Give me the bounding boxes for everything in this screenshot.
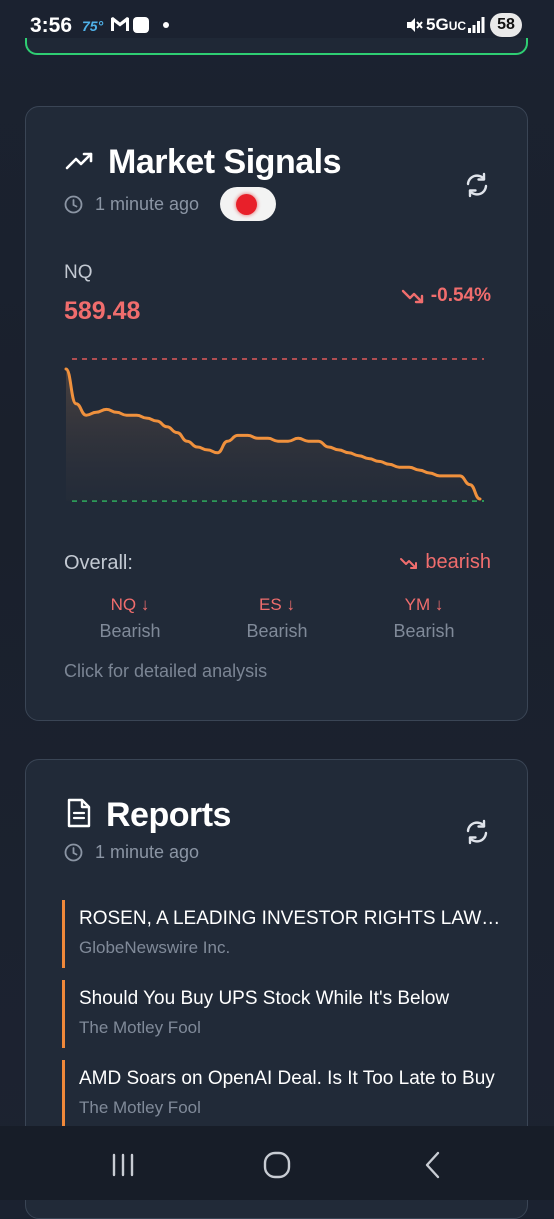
report-title: ROSEN, A LEADING INVESTOR RIGHTS LAW FIR… — [79, 908, 502, 929]
recent-apps-icon — [112, 1153, 134, 1177]
notification-dot-icon — [163, 22, 169, 28]
trending-up-icon — [64, 144, 96, 181]
network-indicator: 5GUC — [426, 15, 466, 35]
price-change: -0.54% — [401, 285, 491, 307]
network-type: 5G — [426, 15, 449, 34]
trending-down-icon — [400, 557, 418, 569]
refresh-icon — [466, 819, 488, 845]
clock-icon — [64, 195, 83, 214]
refresh-signals-button[interactable] — [463, 171, 491, 199]
clock-icon — [64, 843, 83, 862]
index-es: ES ↓ Bearish — [217, 595, 337, 642]
document-icon — [64, 797, 94, 834]
trending-down-icon — [401, 289, 423, 304]
status-time: 3:56 — [30, 14, 73, 37]
gmail-icon — [110, 16, 130, 37]
report-source: GlobeNewswire Inc. — [79, 938, 231, 957]
index-sentiment: Bearish — [246, 621, 308, 641]
index-name: ES ↓ — [259, 595, 295, 614]
reports-title: Reports — [106, 796, 231, 834]
signal-icon — [467, 17, 485, 38]
detailed-analysis-link[interactable]: Click for detailed analysis — [64, 661, 267, 682]
battery-indicator: 58 — [490, 13, 522, 37]
live-indicator-toggle[interactable] — [220, 187, 276, 221]
report-title: AMD Soars on OpenAI Deal. Is It Too Late… — [79, 1068, 495, 1089]
home-icon — [263, 1151, 291, 1179]
back-button[interactable] — [416, 1148, 450, 1182]
report-item[interactable]: ROSEN, A LEADING INVESTOR RIGHTS LAW FIR… — [62, 900, 502, 968]
report-title: Should You Buy UPS Stock While It's Belo… — [79, 988, 450, 1009]
price-value: 589.48 — [64, 297, 141, 325]
sparkline-area — [66, 369, 480, 501]
mute-icon — [404, 15, 424, 40]
symbol-label: NQ — [64, 262, 93, 283]
market-signals-card[interactable]: Market Signals 1 minute ago NQ 589.48 -0… — [25, 106, 528, 721]
signals-updated-text: 1 minute ago — [95, 194, 200, 214]
price-change-value: -0.54% — [430, 285, 491, 306]
refresh-reports-button[interactable] — [463, 818, 491, 846]
price-sparkline-chart — [64, 358, 484, 502]
market-signals-title: Market Signals — [108, 143, 341, 181]
news-icon — [133, 17, 149, 33]
back-icon — [425, 1151, 440, 1179]
reports-header: Reports — [64, 796, 231, 835]
report-source: The Motley Fool — [79, 1098, 201, 1117]
refresh-icon — [466, 172, 488, 198]
report-list: ROSEN, A LEADING INVESTOR RIGHTS LAW FIR… — [62, 900, 502, 1140]
network-suffix: UC — [448, 19, 467, 33]
report-item[interactable]: AMD Soars on OpenAI Deal. Is It Too Late… — [62, 1060, 502, 1128]
signals-updated-row: 1 minute ago — [64, 194, 199, 215]
report-item[interactable]: Should You Buy UPS Stock While It's Belo… — [62, 980, 502, 1048]
overall-sentiment: bearish — [399, 551, 491, 574]
overall-label: Overall: — [64, 552, 133, 574]
live-dot-icon — [236, 194, 257, 215]
reports-updated-row: 1 minute ago — [64, 842, 199, 863]
index-name: YM ↓ — [404, 595, 444, 614]
index-sentiment: Bearish — [99, 621, 161, 641]
home-button[interactable] — [260, 1148, 294, 1182]
recent-apps-button[interactable] — [106, 1148, 140, 1182]
overall-sentiment-value: bearish — [425, 551, 491, 573]
status-temperature: 75° — [82, 18, 104, 34]
market-signals-header: Market Signals — [64, 143, 341, 182]
system-navigation-bar — [0, 1126, 554, 1200]
index-name: NQ ↓ — [110, 595, 150, 614]
previous-card-edge — [25, 38, 528, 55]
report-source: The Motley Fool — [79, 1018, 201, 1037]
index-sentiment: Bearish — [393, 621, 455, 641]
reports-updated-text: 1 minute ago — [95, 842, 200, 862]
index-nq: NQ ↓ Bearish — [70, 595, 190, 642]
index-ym: YM ↓ Bearish — [364, 595, 484, 642]
